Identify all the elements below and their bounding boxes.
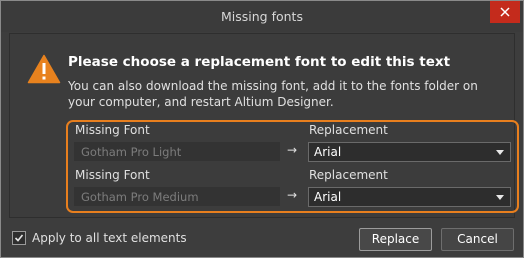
apply-all-checkbox-row[interactable]: Apply to all text elements xyxy=(12,231,187,245)
chevron-down-icon xyxy=(496,195,504,200)
font-replacement-group: Missing Font Gotham Pro Light → Replacem… xyxy=(66,120,519,213)
arrow-icon: → xyxy=(287,188,298,202)
missing-font-field-1: Gotham Pro Light xyxy=(74,142,280,161)
apply-all-checkbox[interactable] xyxy=(12,231,26,245)
replacement-label-1: Replacement xyxy=(309,123,388,137)
apply-all-label: Apply to all text elements xyxy=(32,231,187,245)
message-description: You can also download the missing font, … xyxy=(68,79,478,109)
missing-font-label-1: Missing Font xyxy=(75,123,150,137)
missing-font-field-2: Gotham Pro Medium xyxy=(74,187,280,206)
close-icon xyxy=(500,7,510,17)
close-button[interactable] xyxy=(490,1,520,23)
chevron-down-icon xyxy=(496,150,504,155)
dialog-body: Please choose a replacement font to edit… xyxy=(9,33,519,218)
replacement-label-2: Replacement xyxy=(309,168,388,182)
replace-button[interactable]: Replace xyxy=(359,228,432,251)
dialog-title: Missing fonts xyxy=(221,9,303,24)
missing-fonts-dialog: Missing fonts Please choose a replacemen… xyxy=(0,0,524,258)
replacement-select-value-2: Arial xyxy=(314,190,342,204)
warning-triangle-icon xyxy=(27,54,61,84)
replacement-select-2[interactable]: Arial xyxy=(308,187,511,207)
message-heading: Please choose a replacement font to edit… xyxy=(68,54,451,70)
missing-font-label-2: Missing Font xyxy=(75,168,150,182)
cancel-button[interactable]: Cancel xyxy=(441,228,514,251)
arrow-icon: → xyxy=(287,143,298,157)
checkmark-icon xyxy=(14,234,24,242)
replacement-select-1[interactable]: Arial xyxy=(308,142,511,162)
title-bar: Missing fonts xyxy=(1,1,523,32)
replacement-select-value-1: Arial xyxy=(314,145,342,159)
